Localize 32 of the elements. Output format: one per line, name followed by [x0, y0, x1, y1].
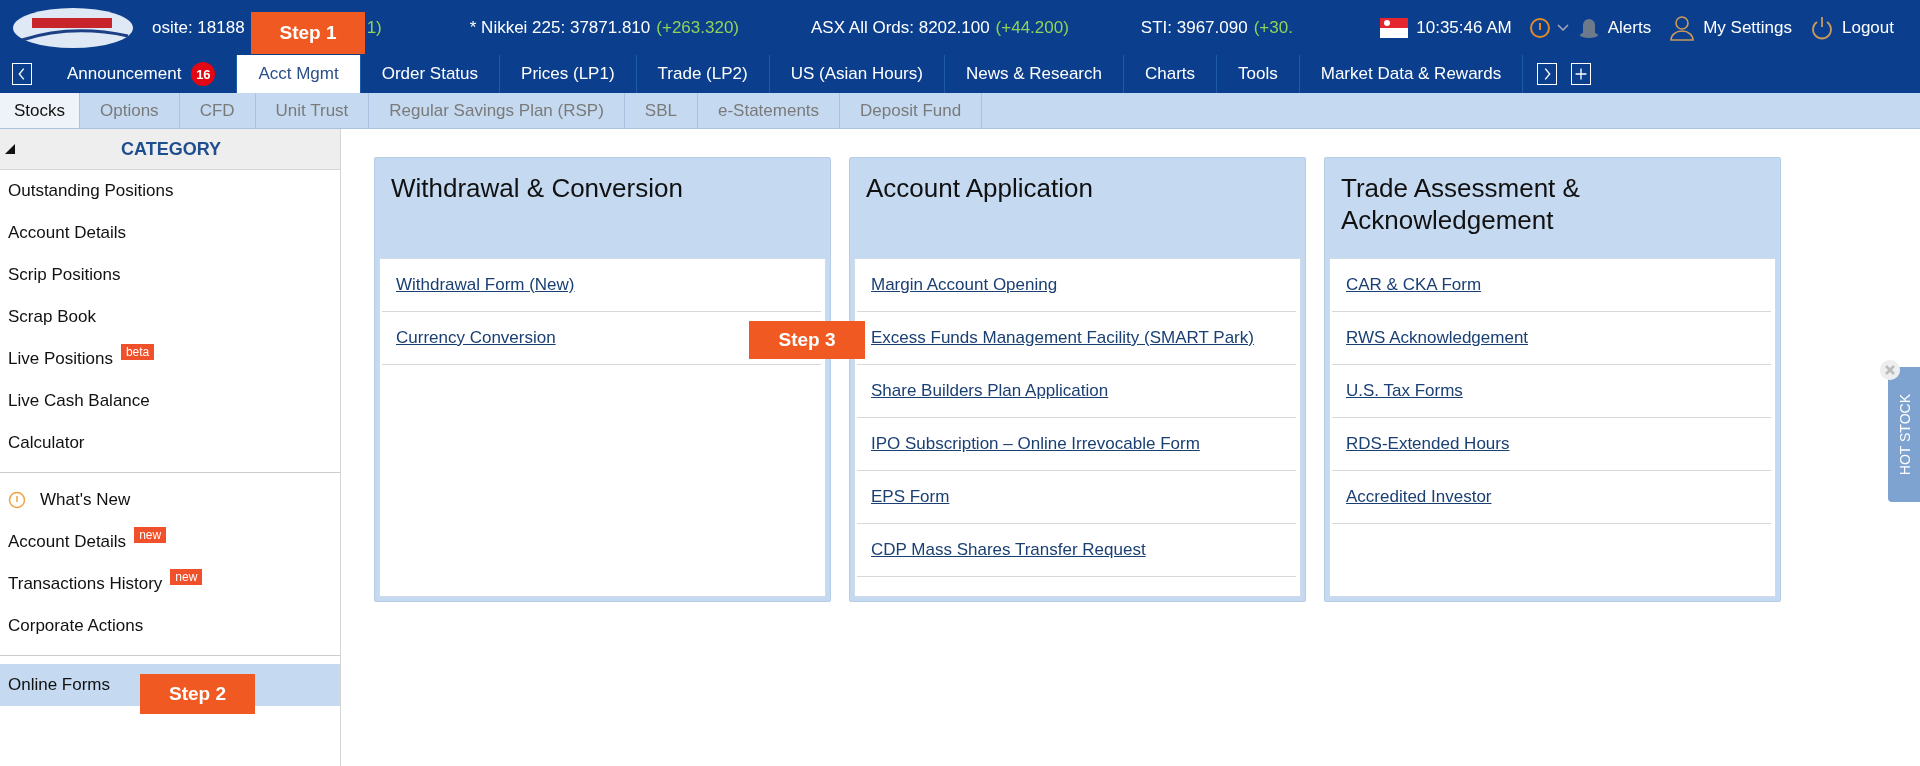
item-label: Online Forms — [8, 675, 111, 695]
item-label: What's New — [40, 490, 131, 510]
step-tooltip: Step 1 — [251, 12, 365, 54]
item-label: Corporate Actions — [8, 616, 144, 636]
item-tag: new — [134, 527, 167, 543]
item-label: Account Details — [8, 532, 127, 552]
clock-time: 10:35:46 AM — [1416, 17, 1512, 38]
ticker-change: (+30. — [1253, 17, 1293, 38]
card-title: Account Application — [865, 172, 1094, 205]
card-title: Trade Assessment & Acknowledgement — [1340, 172, 1581, 237]
item-label: Calculator — [8, 433, 85, 453]
ticker-text: * Nikkei 225: 37871.810 — [469, 17, 651, 38]
item-label: Outstanding Positions — [8, 181, 174, 201]
item-label: Scrip Positions — [8, 265, 121, 285]
card-title: Withdrawal & Conversion — [390, 172, 684, 205]
item-label: Transactions History — [8, 574, 163, 594]
item-tag: new — [170, 569, 203, 585]
ticker-text: STI: 3967.090 — [1140, 17, 1248, 38]
item-label: Live Cash Balance — [8, 391, 150, 411]
count-badge: 16 — [191, 62, 216, 86]
ticker-change: (+263.320) — [656, 17, 739, 38]
item-label: Scrap Book — [8, 307, 96, 327]
item-label: Live Positions — [8, 349, 113, 369]
ticker-change: (+44.200) — [995, 17, 1069, 38]
step-tooltip: Step 2 — [140, 674, 255, 714]
ticker-text: osite: 18188 — [152, 17, 245, 38]
step-tooltip: Step 3 — [749, 321, 865, 359]
ticker-text: ASX All Ords: 8202.100 — [811, 17, 990, 38]
item-tag: beta — [120, 344, 155, 360]
category-heading: CATEGORY — [120, 138, 222, 160]
item-label: Account Details — [8, 223, 127, 243]
ticker-change: 1) — [366, 17, 382, 38]
